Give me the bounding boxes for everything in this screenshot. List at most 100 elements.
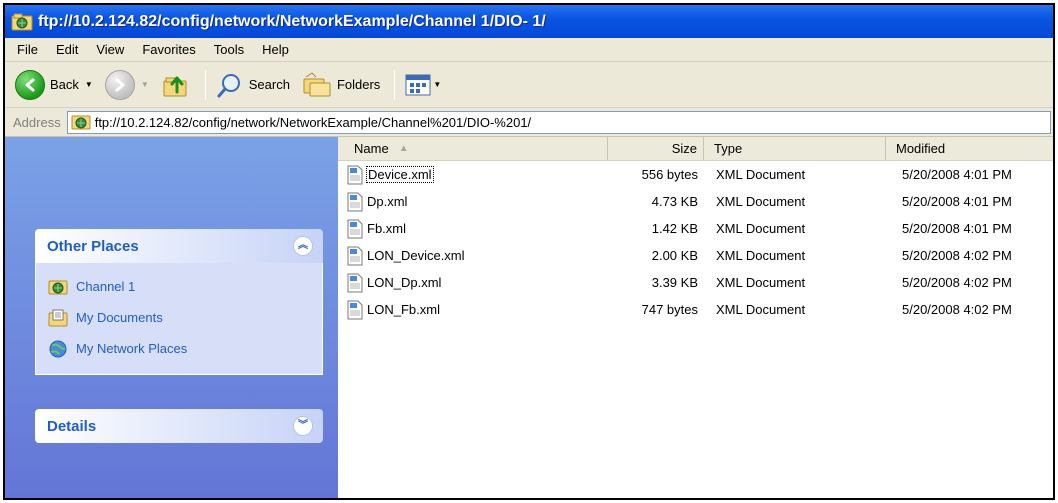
file-modified: 5/20/2008 4:02 PM — [902, 302, 1012, 317]
back-arrow-icon — [15, 69, 45, 100]
menu-file[interactable]: File — [5, 42, 47, 57]
other-places-panel: Other Places ︽ Channel 1 My Documents My… — [35, 229, 323, 375]
xml-file-icon — [347, 246, 363, 265]
place-label: Channel 1 — [76, 279, 136, 294]
place-label: My Network Places — [76, 341, 188, 356]
file-name-cell: Device.xml — [338, 165, 608, 185]
file-name-cell: LON_Fb.xml — [338, 300, 608, 320]
sort-ascending-icon: ▲ — [398, 143, 409, 154]
menu-edit[interactable]: Edit — [47, 42, 87, 57]
file-type: XML Document — [716, 194, 806, 209]
back-dropdown-icon[interactable]: ▼ — [85, 80, 93, 89]
details-title: Details — [47, 417, 97, 435]
column-name-label: Name — [354, 141, 389, 156]
details-header[interactable]: Details ︾ — [35, 409, 323, 443]
menu-help[interactable]: Help — [253, 42, 298, 57]
folders-icon — [303, 71, 331, 96]
search-label: Search — [248, 77, 290, 92]
file-name-cell: LON_Dp.xml — [338, 273, 608, 293]
column-header-type[interactable]: Type — [704, 137, 886, 160]
file-name: LON_Fb.xml — [367, 302, 440, 317]
column-header-modified[interactable]: Modified — [886, 137, 1053, 160]
task-pane: Other Places ︽ Channel 1 My Documents My… — [5, 137, 338, 498]
address-label: Address — [13, 114, 61, 130]
my-documents-icon — [48, 309, 68, 326]
file-size: 747 bytes — [641, 302, 698, 317]
back-button[interactable]: Back ▼ — [11, 68, 97, 102]
menu-view[interactable]: View — [87, 42, 133, 57]
file-modified: 5/20/2008 4:02 PM — [902, 275, 1012, 290]
place-item-my-network-places[interactable]: My Network Places — [48, 333, 322, 364]
file-modified: 5/20/2008 4:02 PM — [902, 248, 1012, 263]
file-size: 2.00 KB — [651, 248, 698, 263]
file-type: XML Document — [716, 167, 806, 182]
file-name-cell: Fb.xml — [338, 219, 608, 239]
file-row[interactable]: LON_Dp.xml 3.39 KB XML Document 5/20/200… — [338, 269, 1053, 296]
file-name: Device.xml — [366, 166, 434, 183]
column-modified-label: Modified — [896, 141, 946, 156]
address-value: ftp://10.2.124.82/config/network/Network… — [94, 114, 532, 130]
explorer-window: ftp://10.2.124.82/config/network/Network… — [3, 3, 1055, 500]
search-icon — [217, 73, 240, 97]
toolbar-separator — [204, 69, 206, 100]
expand-chevron-icon[interactable]: ︾ — [293, 416, 313, 436]
file-modified: 5/20/2008 4:01 PM — [902, 167, 1012, 182]
menu-tools[interactable]: Tools — [205, 42, 253, 57]
collapse-chevron-icon[interactable]: ︽ — [293, 236, 313, 256]
ftp-folder-icon — [11, 13, 33, 30]
file-row[interactable]: LON_Fb.xml 747 bytes XML Document 5/20/2… — [338, 296, 1053, 323]
file-name-cell: LON_Device.xml — [338, 246, 608, 266]
details-panel: Details ︾ — [35, 409, 323, 443]
place-item-channel-1[interactable]: Channel 1 — [48, 271, 322, 302]
file-modified: 5/20/2008 4:01 PM — [902, 194, 1012, 209]
address-input[interactable]: ftp://10.2.124.82/config/network/Network… — [66, 110, 1051, 134]
network-places-icon — [49, 340, 67, 357]
toolbar-separator — [394, 69, 396, 100]
forward-button[interactable]: ▼ — [101, 68, 153, 102]
views-button[interactable]: ▼ — [401, 71, 445, 99]
search-button[interactable]: Search — [212, 69, 294, 101]
file-row[interactable]: Device.xml 556 bytes XML Document 5/20/2… — [338, 161, 1053, 188]
xml-file-icon — [347, 219, 363, 238]
file-size: 1.42 KB — [651, 221, 698, 236]
xml-file-icon — [347, 165, 363, 184]
ftp-folder-icon — [71, 115, 91, 130]
back-label: Back — [50, 77, 79, 92]
column-type-label: Type — [714, 141, 743, 156]
file-size: 3.39 KB — [651, 275, 698, 290]
title-bar[interactable]: ftp://10.2.124.82/config/network/Network… — [5, 5, 1053, 38]
xml-file-icon — [347, 300, 363, 319]
up-folder-button[interactable] — [157, 68, 195, 102]
forward-dropdown-icon[interactable]: ▼ — [141, 80, 149, 89]
up-folder-icon — [163, 76, 187, 96]
views-dropdown-icon[interactable]: ▼ — [433, 80, 441, 89]
file-row[interactable]: Dp.xml 4.73 KB XML Document 5/20/2008 4:… — [338, 188, 1053, 215]
menu-favorites[interactable]: Favorites — [133, 42, 204, 57]
file-size: 4.73 KB — [651, 194, 698, 209]
column-header-size[interactable]: Size — [608, 137, 704, 160]
xml-file-icon — [347, 273, 363, 292]
file-name: LON_Dp.xml — [367, 275, 442, 290]
forward-arrow-icon — [104, 69, 135, 100]
file-row[interactable]: Fb.xml 1.42 KB XML Document 5/20/2008 4:… — [338, 215, 1053, 242]
file-type: XML Document — [716, 221, 806, 236]
place-item-my-documents[interactable]: My Documents — [48, 302, 322, 333]
file-name: Dp.xml — [367, 194, 408, 209]
column-size-label: Size — [671, 141, 697, 156]
menu-bar: File Edit View Favorites Tools Help — [5, 38, 1053, 62]
views-icon — [405, 74, 431, 95]
file-size: 556 bytes — [641, 167, 698, 182]
file-type: XML Document — [716, 275, 806, 290]
toolbar: Back ▼ ▼ Search Folders ▼ — [5, 62, 1053, 108]
file-row[interactable]: LON_Device.xml 2.00 KB XML Document 5/20… — [338, 242, 1053, 269]
file-name: LON_Device.xml — [367, 248, 465, 263]
file-name: Fb.xml — [367, 221, 406, 236]
other-places-title: Other Places — [47, 237, 139, 255]
file-list: Name ▲ Size Type Modified Device.xml 556… — [338, 137, 1053, 498]
folders-label: Folders — [336, 77, 381, 92]
address-bar: Address ftp://10.2.124.82/config/network… — [5, 108, 1053, 137]
folders-button[interactable]: Folders — [298, 69, 384, 101]
column-header-name[interactable]: Name ▲ — [338, 137, 608, 160]
other-places-header[interactable]: Other Places ︽ — [35, 229, 323, 263]
column-headers: Name ▲ Size Type Modified — [338, 137, 1053, 161]
